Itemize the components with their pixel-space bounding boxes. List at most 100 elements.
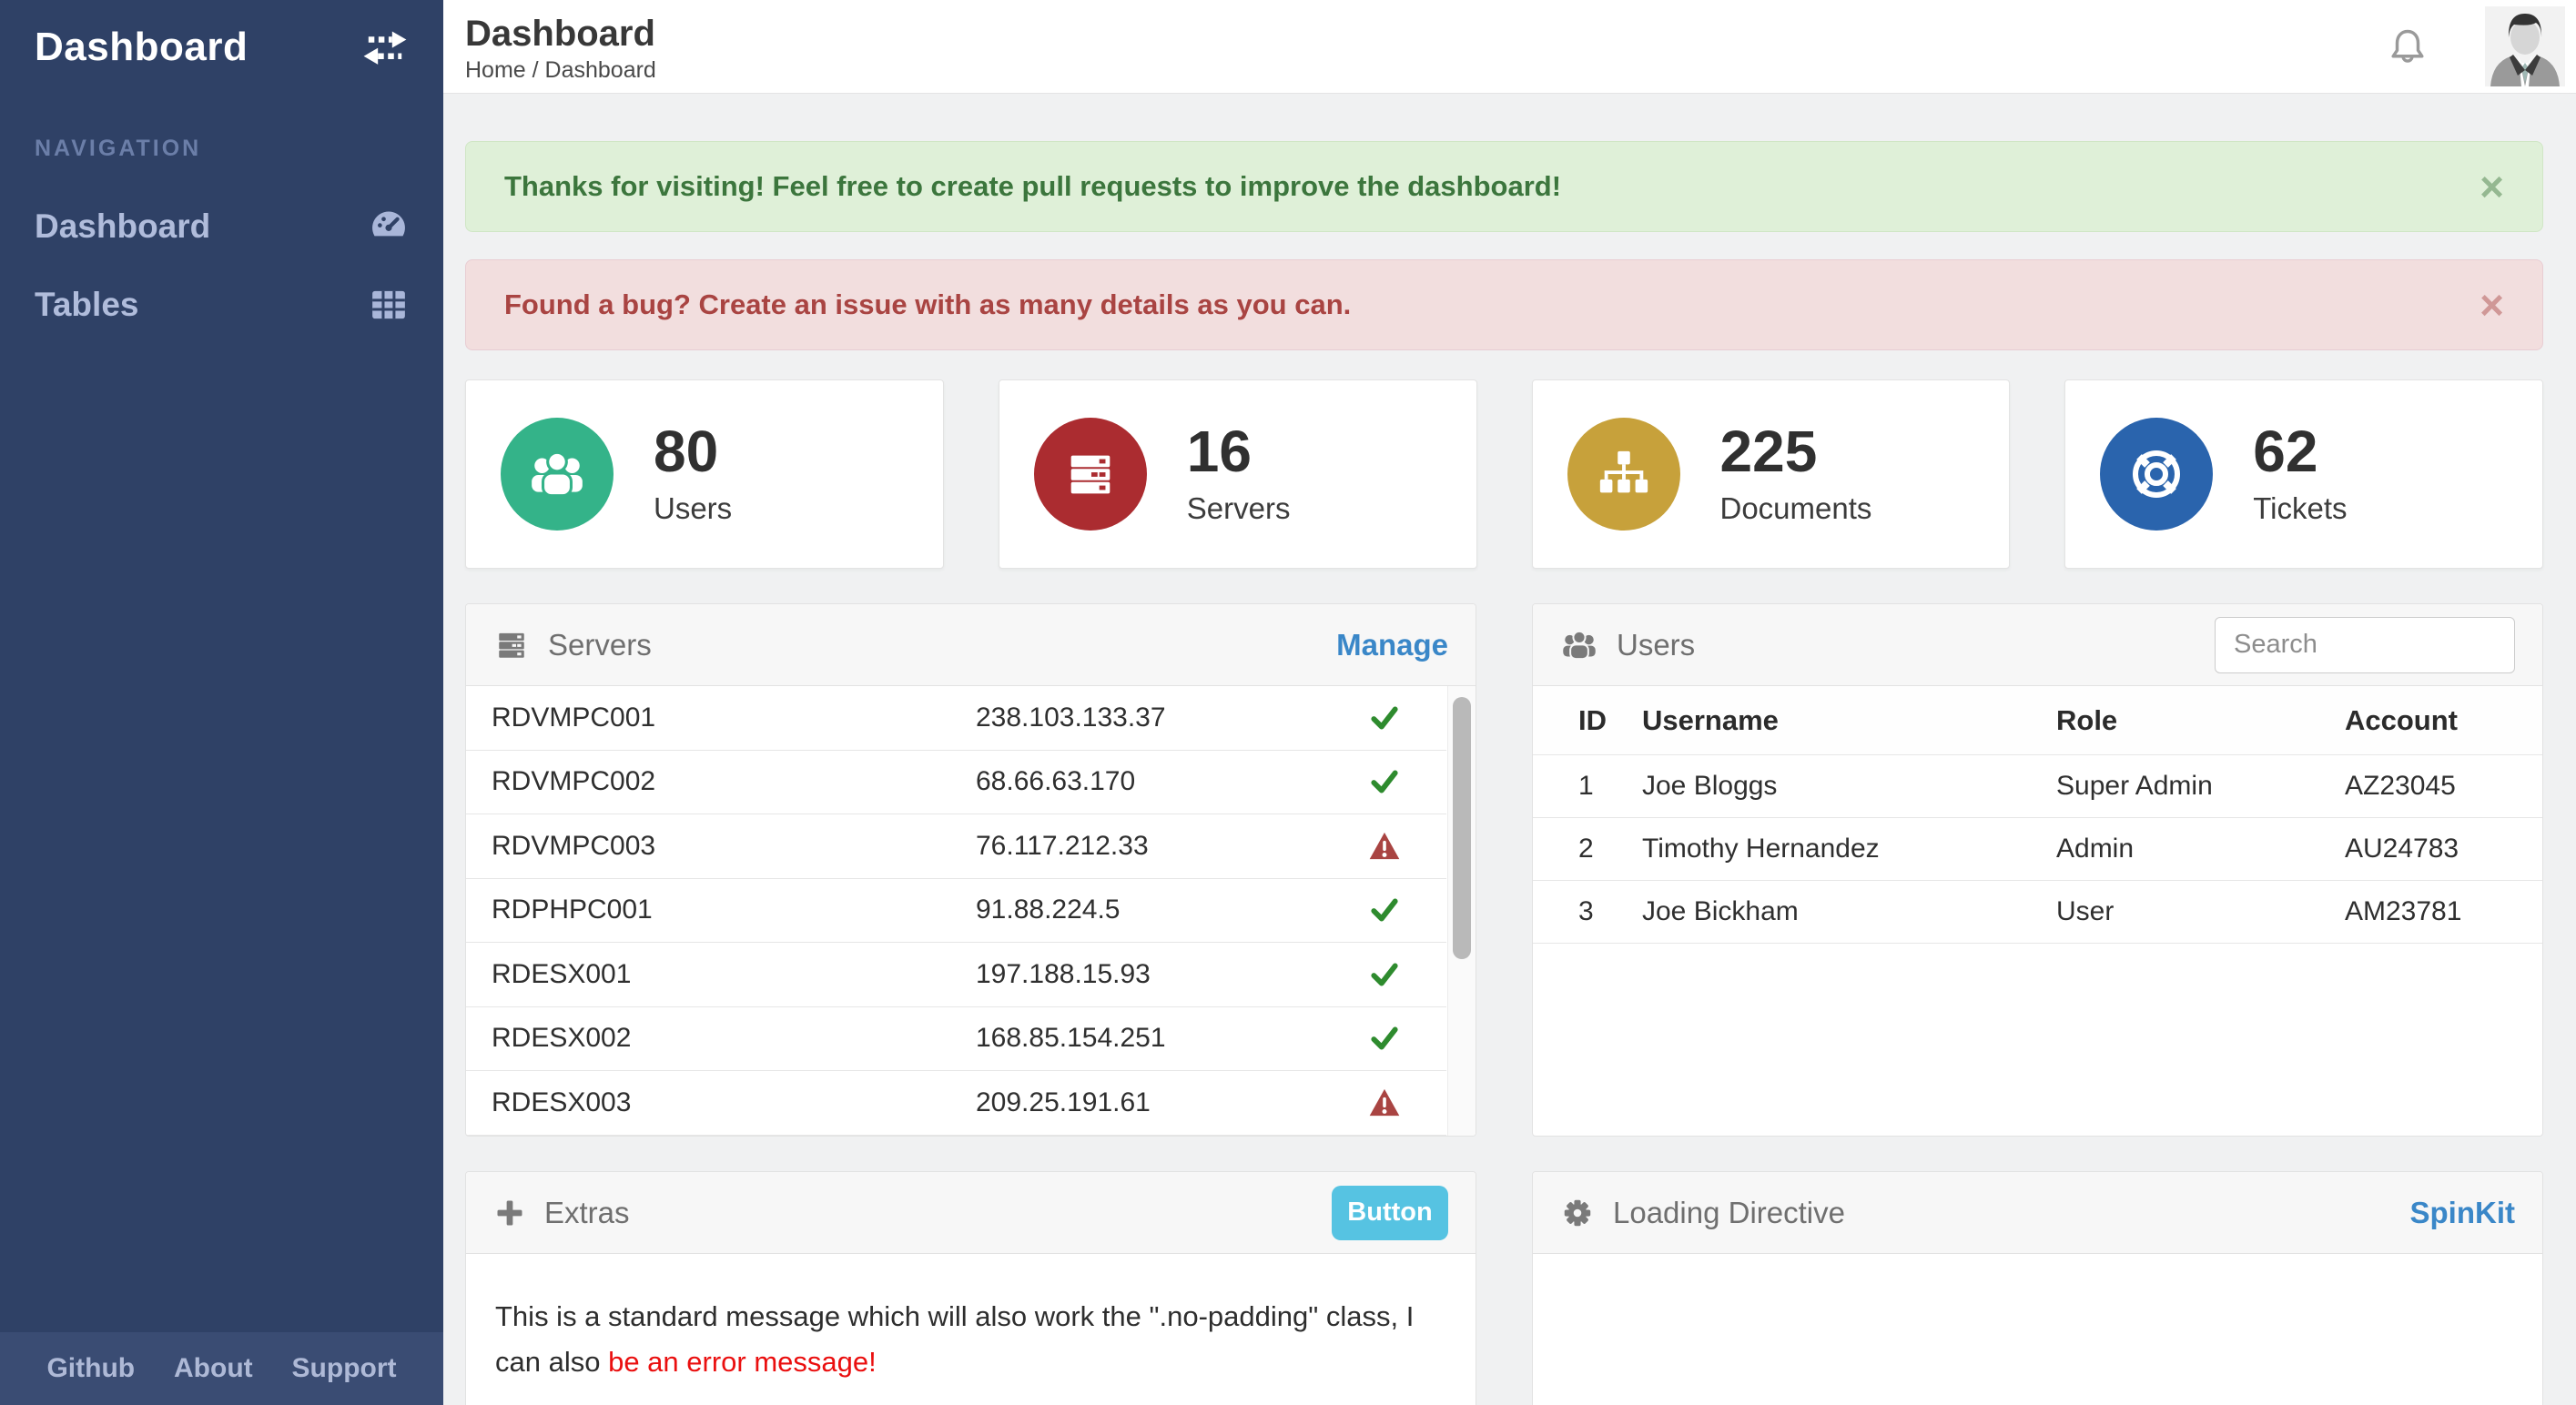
stat-value: 225 [1719,419,1818,484]
server-ip: 238.103.133.37 [976,702,1166,733]
stat-value: 62 [2253,419,2318,484]
extras-button[interactable]: Button [1332,1185,1448,1240]
panel-title: Loading Directive [1613,1195,1845,1229]
spinkit-link[interactable]: SpinKit [2410,1196,2515,1230]
users-table-header: ID Username Role Account [1533,686,2542,755]
user-name: Joe Bickham [1642,896,1799,926]
user-id: 2 [1578,834,1594,864]
manage-link[interactable]: Manage [1336,628,1448,662]
server-name: RDESX001 [492,958,632,989]
stat-value: 80 [654,419,719,484]
gear-icon [1560,1196,1595,1230]
panel-title: Servers [548,627,652,662]
sidebar-item-dashboard[interactable]: Dashboard [0,187,443,266]
sidebar: Dashboard NAVIGATION Dashboard Tables Gi… [0,0,443,1405]
sidebar-brand: Dashboard [0,0,443,94]
nav-section-label: NAVIGATION [35,136,202,161]
extras-message-error: be an error message! [608,1346,877,1379]
footer-link-about[interactable]: About [174,1353,253,1384]
footer-link-support[interactable]: Support [292,1353,397,1384]
column-header: Role [2056,703,2118,736]
panels-row-1: Servers Manage RDVMPC001 238.103.133.37 … [465,603,2543,1137]
table-row: RDVMPC001 238.103.133.37 [466,686,1446,751]
loading-directive-panel: Loading Directive SpinKit [1532,1171,2543,1405]
table-row: 3 Joe Bickham User AM23781 [1533,881,2542,944]
server-name: RDPHPC001 [492,895,653,925]
page-head: Dashboard Home / Dashboard [443,10,656,84]
stat-label: Documents [1719,491,1872,525]
plus-icon [493,1197,526,1229]
table-grid-icon [369,285,409,325]
alert-success-text: Thanks for visiting! Feel free to create… [504,170,1562,202]
user-id: 3 [1578,896,1594,926]
server-ip: 168.85.154.251 [976,1023,1166,1054]
close-icon[interactable]: × [2480,284,2504,326]
alert-success: Thanks for visiting! Feel free to create… [465,141,2543,232]
table-row: RDPHPC001 91.88.224.5 [466,879,1446,943]
sidebar-item-label: Dashboard [35,207,211,245]
search-input[interactable] [2215,616,2515,673]
user-account: AU24783 [2345,834,2459,864]
user-role: Admin [2056,834,2135,864]
column-header: Account [2345,703,2458,736]
panel-title: Users [1617,627,1696,662]
topbar-right [2387,6,2576,86]
server-ip: 197.188.15.93 [976,958,1151,989]
stat-label: Users [654,491,733,525]
panel-title: Extras [544,1195,630,1229]
server-name: RDESX002 [492,1023,632,1054]
user-account: AZ23045 [2345,771,2456,801]
servers-list: RDVMPC001 238.103.133.37 RDVMPC002 68.66… [466,686,1476,1136]
server-ip: 76.117.212.33 [976,830,1149,861]
sidebar-item-tables[interactable]: Tables [0,266,443,344]
page-title: Dashboard [465,13,655,54]
status-warning-icon [1322,830,1446,863]
footer-link-github[interactable]: Github [46,1353,135,1384]
scrollbar-track [1447,686,1476,1136]
sidebar-nav: Dashboard Tables [0,187,443,344]
topbar: Dashboard Home / Dashboard [443,0,2576,94]
alert-danger: Found a bug? Create an issue with as man… [465,259,2543,350]
sidebar-footer: Github About Support [0,1332,443,1405]
extras-panel: Extras Button This is a standard message… [465,1171,1476,1405]
brand-title: Dashboard [35,24,248,69]
table-row: RDESX003 209.25.191.61 [466,1071,1446,1136]
table-row: RDVMPC003 76.117.212.33 [466,814,1446,879]
status-ok-icon [1322,702,1446,733]
users-panel-header: Users [1533,604,2542,686]
stat-card-users: 80 Users [465,379,944,569]
scrollbar-thumb[interactable] [1453,697,1471,959]
server-name: RDVMPC003 [492,830,656,861]
table-row: 2 Timothy Hernandez Admin AU24783 [1533,818,2542,881]
gauge-icon [369,207,409,247]
loading-panel-header: Loading Directive SpinKit [1533,1172,2542,1254]
column-header: ID [1578,703,1607,736]
notifications-bell-icon[interactable] [2387,25,2429,67]
breadcrumb: Home / Dashboard [465,56,656,83]
alert-danger-text: Found a bug? Create an issue with as man… [504,288,1352,320]
main-content: Thanks for visiting! Feel free to create… [443,94,2576,1405]
table-row: 1 Joe Bloggs Super Admin AZ23045 [1533,755,2542,818]
users-icon [501,418,614,531]
stat-card-tickets: 62 Tickets [2064,379,2543,569]
panels-row-2: Extras Button This is a standard message… [465,1171,2543,1405]
users-table: ID Username Role Account 1 Joe Bloggs Su… [1533,686,2542,1136]
sitemap-icon [1567,418,1680,531]
status-ok-icon [1322,766,1446,797]
user-account: AM23781 [2345,896,2462,926]
user-id: 1 [1578,771,1594,801]
table-row: RDESX002 168.85.154.251 [466,1007,1446,1071]
servers-panel: Servers Manage RDVMPC001 238.103.133.37 … [465,603,1476,1137]
avatar[interactable] [2485,6,2565,86]
close-icon[interactable]: × [2480,166,2504,207]
stat-label: Servers [1186,491,1291,525]
users-icon [1560,626,1598,664]
sidebar-collapse-icon[interactable] [361,28,409,66]
user-name: Timothy Hernandez [1642,834,1880,864]
server-ip: 91.88.224.5 [976,895,1121,925]
server-ip: 68.66.63.170 [976,766,1136,797]
status-ok-icon [1322,1023,1446,1054]
status-warning-icon [1322,1087,1446,1119]
server-name: RDVMPC001 [492,702,656,733]
status-ok-icon [1322,959,1446,990]
